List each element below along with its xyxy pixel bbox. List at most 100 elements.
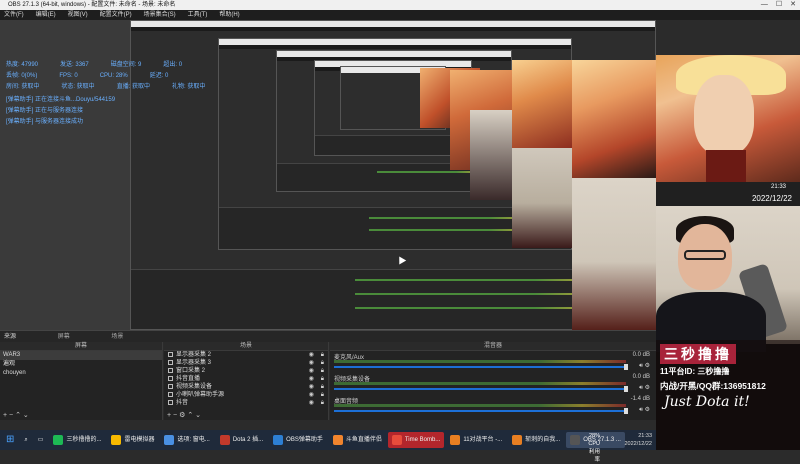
sources-header: 场景 <box>164 342 328 351</box>
lock-icon[interactable]: 🔒︎ <box>321 383 324 391</box>
mixer-header: 混音器 <box>330 342 656 351</box>
taskbar-app[interactable]: 斩刺的自我... <box>508 432 564 448</box>
app-icon <box>164 435 175 445</box>
cpu-usage: 28% CPU利用率 <box>588 433 600 463</box>
gear-icon[interactable]: ⚙ <box>645 363 650 369</box>
sources-dock: 场景 显示器采集 2 ◉ 🔒︎ 显示器采集 3 ◉ 🔒︎ 窗口采集 2 ◉ 🔒︎ 抖音直播 ◉… <box>164 342 329 420</box>
source-item[interactable]: 视频采集设备 ◉ 🔒︎ <box>164 383 328 391</box>
lock-icon[interactable]: 🔒︎ <box>321 351 324 359</box>
search-icon[interactable]: ⌕ <box>20 432 31 448</box>
scenes-toolbar: + − ⌃ ⌄ <box>0 411 162 420</box>
visibility-icon[interactable]: ◉ <box>309 375 314 383</box>
taskbar-app[interactable]: 三秒撸撸的... <box>49 432 105 448</box>
menu-view[interactable]: 视图(V) <box>68 10 88 20</box>
move-down-button[interactable]: ⌄ <box>23 412 29 419</box>
taskbar-app[interactable]: OBS弹幕助手 <box>269 432 327 448</box>
app-icon <box>53 435 64 445</box>
scene-item[interactable]: 遍观 <box>0 360 162 369</box>
channel-db: -1.4 dB <box>630 396 650 402</box>
minimize-button[interactable]: — <box>761 0 768 10</box>
start-button[interactable]: ⊞ <box>2 432 18 448</box>
lock-icon[interactable]: 🔒︎ <box>321 367 324 375</box>
gear-icon[interactable]: ⚙ <box>645 385 650 391</box>
clock-date: 2022/12/22 <box>751 194 792 203</box>
scene-item[interactable]: chouyen <box>0 369 162 378</box>
platform-id: 11平台ID: 三秒撸撸 <box>660 367 730 376</box>
menu-tools[interactable]: 工具(T) <box>188 10 208 20</box>
streamer-name: 三秒撸撸 <box>660 344 736 364</box>
source-settings-icon[interactable]: ⚙ <box>179 412 185 419</box>
tray-date[interactable]: 2022/12/22 <box>624 441 652 447</box>
scene-item[interactable]: WAR3 <box>0 351 162 360</box>
volume-slider[interactable] <box>334 366 626 368</box>
image-icon <box>168 399 173 405</box>
visibility-icon[interactable]: ◉ <box>309 391 314 399</box>
tray-time[interactable]: 21:33 <box>638 433 652 439</box>
add-source-button[interactable]: + <box>167 412 171 419</box>
move-up-button[interactable]: ⌃ <box>15 412 21 419</box>
system-tray: 28% CPU利用率 21:33 2022/12/22 <box>588 432 652 463</box>
visibility-icon[interactable]: ◉ <box>309 383 314 391</box>
app-icon <box>332 435 343 445</box>
menu-help[interactable]: 帮助(H) <box>219 10 239 20</box>
lock-icon[interactable]: 🔒︎ <box>321 359 324 367</box>
source-item[interactable]: 窗口采集 2 ◉ 🔒︎ <box>164 367 328 375</box>
speaker-icon[interactable]: 🔊︎ <box>639 385 643 391</box>
source-item[interactable]: 抖音直播 ◉ 🔒︎ <box>164 375 328 383</box>
audio-mixer-dock: 混音器 麦克风/Aux 0.0 dB 🔊︎ ⚙ 视频采集设备 0.0 dB 🔊︎… <box>330 342 656 420</box>
volume-slider-handle[interactable] <box>624 364 628 370</box>
visibility-icon[interactable]: ◉ <box>309 399 314 407</box>
camera-icon <box>168 383 173 389</box>
source-item[interactable]: 抖音 ◉ 🔒︎ <box>164 399 328 407</box>
taskbar-app[interactable]: Time Bomb... <box>387 432 445 448</box>
taskbar-app[interactable]: 11对战平台 -... <box>446 432 506 448</box>
close-button[interactable]: ✕ <box>790 0 796 10</box>
maximize-button[interactable]: ☐ <box>776 0 782 10</box>
status-line: [弹幕助手] 与服务器连接成功 <box>6 119 84 125</box>
taskbar-app[interactable]: 雷电模拟器 <box>107 432 158 448</box>
visibility-icon[interactable]: ◉ <box>309 367 314 375</box>
qq-group: 内战/开黑/QQ群:136951812 <box>660 381 766 391</box>
speaker-icon <box>168 391 173 397</box>
streamer-info-overlay: 三秒撸撸 11平台ID: 三秒撸撸 内战/开黑/QQ群:136951812 Ju… <box>656 340 800 450</box>
speaker-icon[interactable]: 🔊︎ <box>639 407 643 413</box>
volume-slider-handle[interactable] <box>624 408 628 414</box>
window-titlebar: OBS 27.1.3 (64-bit, windows) - 配置文件: 未命名… <box>0 0 800 10</box>
task-view-icon[interactable]: ▭ <box>34 432 48 448</box>
gear-icon[interactable]: ⚙ <box>645 407 650 413</box>
source-item[interactable]: 显示器采集 3 ◉ 🔒︎ <box>164 359 328 367</box>
menu-file[interactable]: 文件(F) <box>4 10 24 20</box>
speaker-icon[interactable]: 🔊︎ <box>639 363 643 369</box>
app-icon <box>111 435 122 445</box>
menu-edit[interactable]: 编辑(E) <box>36 10 56 20</box>
lock-icon[interactable]: 🔒︎ <box>321 375 324 383</box>
status-line: [弹幕助手] 正在与服务器连接 <box>6 108 84 114</box>
remove-source-button[interactable]: − <box>173 412 177 419</box>
level-meter <box>334 404 626 407</box>
window-title: OBS 27.1.3 (64-bit, windows) - 配置文件: 未命名… <box>8 2 176 8</box>
move-up-button[interactable]: ⌃ <box>187 412 193 419</box>
mixer-channel: 麦克风/Aux 0.0 dB 🔊︎ ⚙ <box>330 351 656 373</box>
move-down-button[interactable]: ⌄ <box>195 412 201 419</box>
app-icon <box>450 435 461 445</box>
add-scene-button[interactable]: + <box>3 412 7 419</box>
visibility-icon[interactable]: ◉ <box>309 351 314 359</box>
window-icon <box>168 367 173 373</box>
volume-slider[interactable] <box>334 410 626 412</box>
taskbar-app[interactable]: Dota 2 插... <box>216 432 267 448</box>
menu-scene-collection[interactable]: 场景集合(S) <box>144 10 176 20</box>
mixer-channel: 桌面音频 -1.4 dB 🔊︎ ⚙ <box>330 395 656 417</box>
taskbar-app[interactable]: 斗鱼直播伴侣 <box>329 432 386 448</box>
source-item[interactable]: 小喇叭弹幕助手源 ◉ 🔒︎ <box>164 391 328 399</box>
app-icon <box>391 435 402 445</box>
monitor-icon <box>168 351 173 357</box>
volume-slider[interactable] <box>334 388 626 390</box>
visibility-icon[interactable]: ◉ <box>309 359 314 367</box>
lock-icon[interactable]: 🔒︎ <box>321 391 324 399</box>
source-item[interactable]: 显示器采集 2 ◉ 🔒︎ <box>164 351 328 359</box>
remove-scene-button[interactable]: − <box>9 412 13 419</box>
menu-profile[interactable]: 配置文件(P) <box>100 10 132 20</box>
lock-icon[interactable]: 🔒︎ <box>321 399 324 407</box>
taskbar-app[interactable]: 选项: 窗电... <box>160 432 213 448</box>
volume-slider-handle[interactable] <box>624 386 628 392</box>
